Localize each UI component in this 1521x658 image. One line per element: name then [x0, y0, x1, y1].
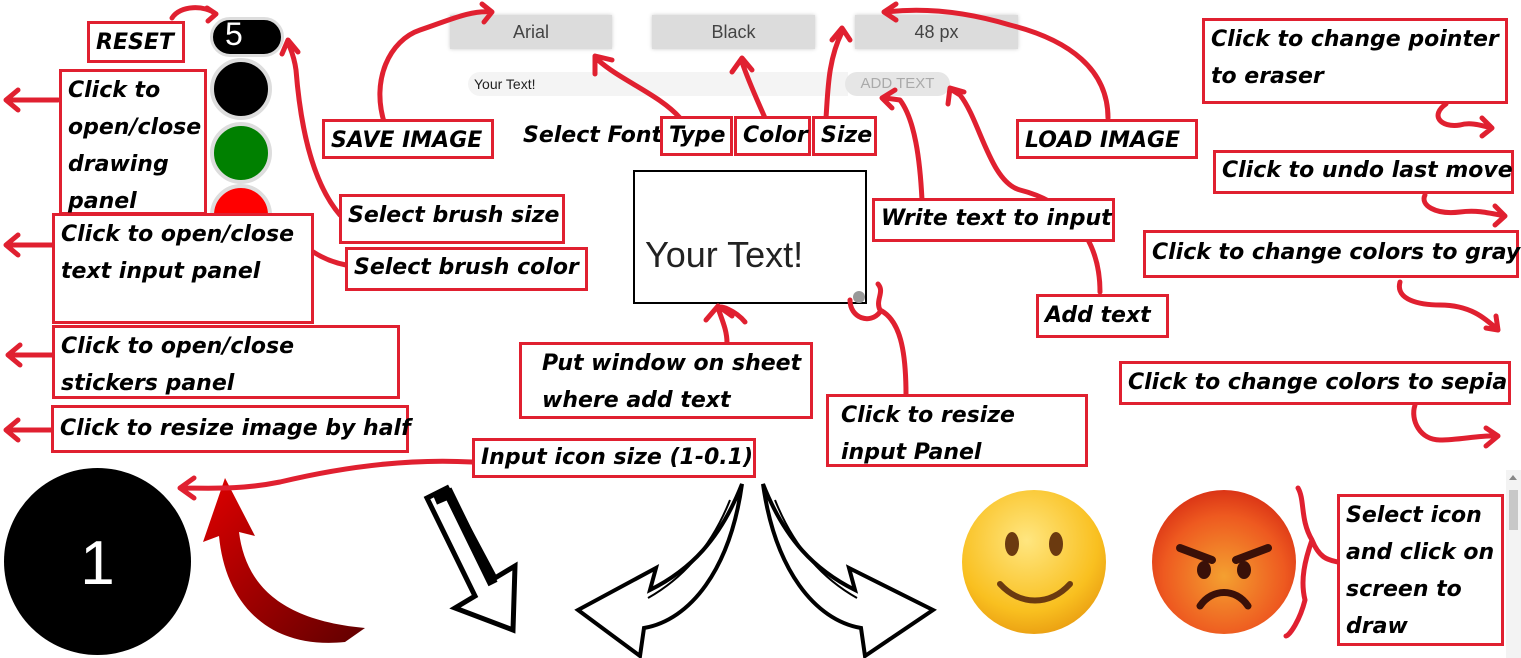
label-write-text: Write text to input — [872, 198, 1115, 242]
black-circle-sticker[interactable]: 1 — [4, 468, 191, 655]
smiley-emoji-icon[interactable] — [960, 488, 1108, 636]
add-text-button[interactable]: ADD TEXT — [845, 72, 950, 96]
label-gray: Click to change colors to gray — [1143, 230, 1520, 278]
red-curved-arrow-icon[interactable] — [195, 470, 375, 658]
sketch-left-arrow-icon[interactable] — [570, 480, 750, 658]
label-sepia: Click to change colors to sepia — [1119, 361, 1511, 405]
angry-emoji-icon[interactable] — [1150, 488, 1298, 636]
resize-handle-icon[interactable] — [853, 291, 865, 303]
label-drawing-panel: Click to open/close drawing panel — [59, 69, 207, 215]
label-icon-size: Input icon size (1-0.1) — [472, 438, 756, 478]
label-save-image: SAVE IMAGE — [322, 119, 494, 159]
scroll-up-icon[interactable] — [1509, 475, 1517, 480]
brush-color-black[interactable] — [210, 58, 272, 120]
brush-size-button[interactable]: 5 — [210, 16, 284, 57]
label-undo: Click to undo last move — [1213, 150, 1514, 194]
label-type: Type — [660, 116, 733, 156]
label-put-window: Put window on sheet where add text — [519, 342, 813, 419]
font-color-button[interactable]: Black — [652, 15, 815, 49]
label-text-panel: Click to open/close text input panel — [52, 213, 314, 324]
label-brush-color: Select brush color — [345, 247, 588, 291]
brush-size-value: 5 — [225, 16, 243, 52]
label-reset: RESET — [87, 21, 185, 63]
label-resize-input: Click to resize input Panel — [826, 394, 1088, 467]
text-input[interactable] — [468, 72, 848, 96]
font-size-button[interactable]: 48 px — [855, 15, 1018, 49]
sticker-number: 1 — [80, 529, 115, 598]
scrollbar[interactable] — [1506, 470, 1521, 658]
label-color: Color — [734, 116, 811, 156]
text-preview: Your Text! — [645, 234, 804, 275]
label-size: Size — [812, 116, 877, 156]
font-type-button[interactable]: Arial — [450, 15, 612, 49]
label-select-icon: Select icon and click on screen to draw — [1337, 494, 1504, 646]
sketch-down-arrow-icon[interactable] — [415, 480, 530, 638]
label-select-font: Select Font — [523, 123, 663, 148]
scroll-thumb[interactable] — [1509, 490, 1518, 530]
label-stickers-panel: Click to open/close stickers panel — [52, 325, 400, 399]
label-load-image: LOAD IMAGE — [1016, 119, 1198, 159]
label-add-text: Add text — [1036, 294, 1169, 338]
label-eraser: Click to change pointer to eraser — [1202, 18, 1508, 104]
text-preview-window[interactable]: Your Text! — [633, 170, 867, 304]
label-resize-half: Click to resize image by half — [51, 405, 411, 453]
label-brush-size: Select brush size — [339, 194, 565, 244]
brush-color-green[interactable] — [210, 122, 272, 184]
sketch-right-arrow-icon[interactable] — [755, 480, 940, 658]
